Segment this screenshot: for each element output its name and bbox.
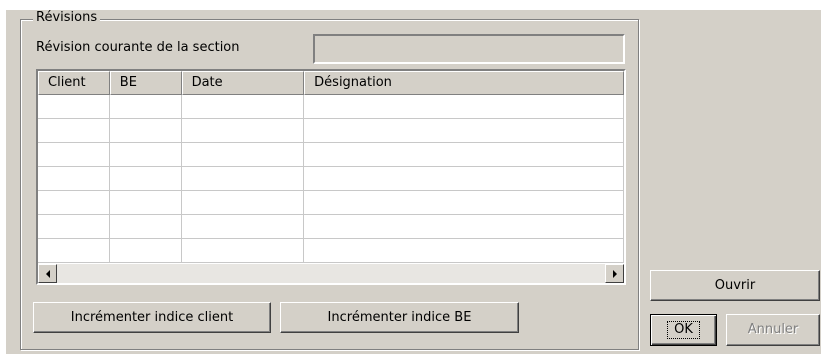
table-row[interactable] bbox=[38, 167, 624, 191]
table-cell bbox=[38, 95, 110, 119]
table-cell bbox=[109, 215, 182, 239]
table-cell bbox=[109, 95, 182, 119]
window-edge-left bbox=[0, 0, 6, 358]
increment-be-index-button[interactable]: Incrémenter indice BE bbox=[280, 302, 519, 333]
list-header: Client BE Date Désignation bbox=[38, 71, 624, 95]
table-cell bbox=[181, 119, 305, 143]
table-cell bbox=[304, 239, 624, 263]
window-edge-top bbox=[0, 0, 821, 10]
cancel-button: Annuler bbox=[726, 314, 820, 346]
table-cell bbox=[304, 167, 624, 191]
table-cell bbox=[109, 239, 182, 263]
table-cell bbox=[304, 215, 624, 239]
column-header-date[interactable]: Date bbox=[181, 71, 305, 95]
table-cell bbox=[109, 167, 182, 191]
table-cell bbox=[181, 143, 305, 167]
table-cell bbox=[181, 191, 305, 215]
ok-button[interactable]: OK bbox=[650, 314, 717, 346]
column-header-client[interactable]: Client bbox=[38, 71, 110, 95]
table-cell bbox=[109, 191, 182, 215]
table-row[interactable] bbox=[38, 239, 624, 263]
scroll-right-button[interactable] bbox=[605, 264, 624, 283]
table-row[interactable] bbox=[38, 95, 624, 119]
table-cell bbox=[181, 167, 305, 191]
revisions-group-title: Révisions bbox=[33, 11, 101, 25]
increment-client-index-button[interactable]: Incrémenter indice client bbox=[33, 302, 271, 333]
table-cell bbox=[38, 119, 110, 143]
table-cell bbox=[181, 239, 305, 263]
table-cell bbox=[38, 191, 110, 215]
ok-button-label: OK bbox=[667, 321, 700, 339]
table-row[interactable] bbox=[38, 191, 624, 215]
scroll-left-button[interactable] bbox=[38, 264, 57, 283]
list-body bbox=[38, 95, 624, 263]
table-cell bbox=[38, 239, 110, 263]
table-cell bbox=[181, 215, 305, 239]
arrow-right-icon bbox=[612, 269, 617, 278]
table-cell bbox=[38, 167, 110, 191]
table-cell bbox=[304, 143, 624, 167]
table-cell bbox=[38, 215, 110, 239]
scrollbar-track[interactable] bbox=[57, 264, 605, 283]
column-header-designation[interactable]: Désignation bbox=[304, 71, 624, 95]
table-cell bbox=[304, 95, 624, 119]
arrow-left-icon bbox=[45, 269, 50, 278]
current-revision-field bbox=[313, 34, 625, 64]
open-button[interactable]: Ouvrir bbox=[650, 270, 820, 301]
column-header-be[interactable]: BE bbox=[109, 71, 182, 95]
table-row[interactable] bbox=[38, 215, 624, 239]
horizontal-scrollbar[interactable] bbox=[38, 264, 624, 283]
table-cell bbox=[181, 95, 305, 119]
table-cell bbox=[109, 119, 182, 143]
revisions-list[interactable]: Client BE Date Désignation bbox=[36, 69, 626, 285]
table-row[interactable] bbox=[38, 119, 624, 143]
table-cell bbox=[304, 119, 624, 143]
table-cell bbox=[304, 191, 624, 215]
table-cell bbox=[109, 143, 182, 167]
table-cell bbox=[38, 143, 110, 167]
window-edge-bottom bbox=[0, 354, 821, 358]
table-row[interactable] bbox=[38, 143, 624, 167]
current-revision-label: Révision courante de la section bbox=[36, 40, 240, 55]
